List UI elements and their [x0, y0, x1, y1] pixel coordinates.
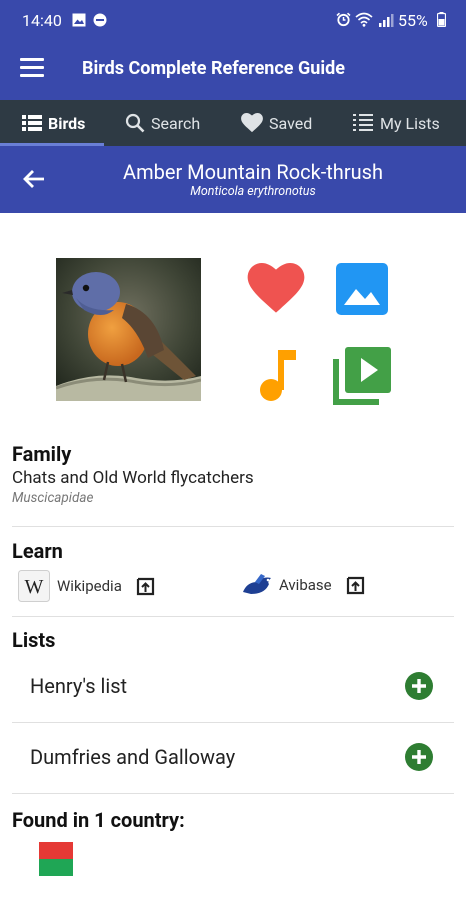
status-time: 14:40 — [22, 11, 62, 30]
app-bar: Birds Complete Reference Guide — [0, 38, 466, 100]
music-note-icon[interactable] — [258, 348, 298, 406]
gallery-notification-icon — [72, 12, 86, 31]
tab-my-lists[interactable]: My Lists — [352, 100, 440, 146]
open-external-icon — [346, 576, 364, 595]
add-circle-icon[interactable] — [404, 671, 434, 701]
tab-label: My Lists — [380, 113, 440, 133]
tab-label: Saved — [269, 113, 313, 133]
family-name: Chats and Old World flycatchers — [12, 468, 254, 488]
add-circle-icon[interactable] — [404, 742, 434, 772]
bird-header: Amber Mountain Rock-thrush Monticola ery… — [0, 146, 466, 213]
divider — [12, 526, 454, 527]
learn-title: Learn — [12, 539, 63, 563]
alarm-icon — [336, 12, 351, 31]
wifi-icon — [355, 12, 373, 31]
list-item-dumfries-and-galloway[interactable]: Dumfries and Galloway — [12, 723, 454, 793]
bird-photo[interactable] — [56, 258, 201, 401]
wikipedia-link[interactable]: W Wikipedia — [18, 570, 156, 602]
menu-icon[interactable] — [20, 58, 44, 80]
tab-label: Search — [151, 113, 201, 133]
lists-title: Lists — [12, 628, 56, 652]
avibase-bird-icon — [243, 574, 271, 594]
battery-percent: 55% — [398, 11, 428, 30]
heart-icon — [241, 113, 263, 133]
svg-text:W: W — [25, 576, 44, 598]
bird-scientific-name: Monticola erythronotus — [190, 184, 316, 199]
signal-icon — [378, 12, 394, 31]
list-item-henrys-list[interactable]: Henry's list — [12, 652, 454, 722]
image-gallery-icon[interactable] — [336, 263, 388, 319]
family-title: Family — [12, 442, 72, 466]
lists-icon — [353, 114, 373, 131]
tab-saved[interactable]: Saved — [241, 100, 312, 146]
battery-icon — [436, 12, 447, 31]
favorite-heart-icon[interactable] — [247, 263, 305, 319]
madagascar-flag-icon[interactable] — [39, 842, 73, 876]
divider — [12, 793, 454, 794]
wikipedia-icon: W — [18, 570, 50, 602]
video-library-icon[interactable] — [333, 347, 391, 409]
tab-birds[interactable]: Birds — [22, 100, 85, 146]
wikipedia-label: Wikipedia — [57, 577, 122, 595]
status-bar: 14:40 55% — [0, 0, 466, 38]
bird-common-name: Amber Mountain Rock-thrush — [123, 160, 383, 184]
tab-bar: Birds Search Saved My Lists — [0, 100, 466, 146]
dnd-notification-icon — [93, 12, 107, 31]
found-in-title: Found in 1 country: — [12, 808, 185, 832]
tab-search[interactable]: Search — [125, 100, 200, 146]
divider — [12, 616, 454, 617]
tab-label: Birds — [48, 113, 86, 133]
list-icon — [22, 115, 42, 131]
family-scientific-name: Muscicapidae — [12, 490, 94, 506]
avibase-label: Avibase — [279, 576, 332, 594]
open-external-icon — [136, 577, 154, 596]
search-icon — [125, 113, 145, 133]
avibase-link[interactable]: Avibase — [241, 572, 366, 598]
app-title: Birds Complete Reference Guide — [82, 58, 345, 79]
list-item-label: Dumfries and Galloway — [30, 745, 236, 769]
list-item-label: Henry's list — [30, 674, 128, 698]
